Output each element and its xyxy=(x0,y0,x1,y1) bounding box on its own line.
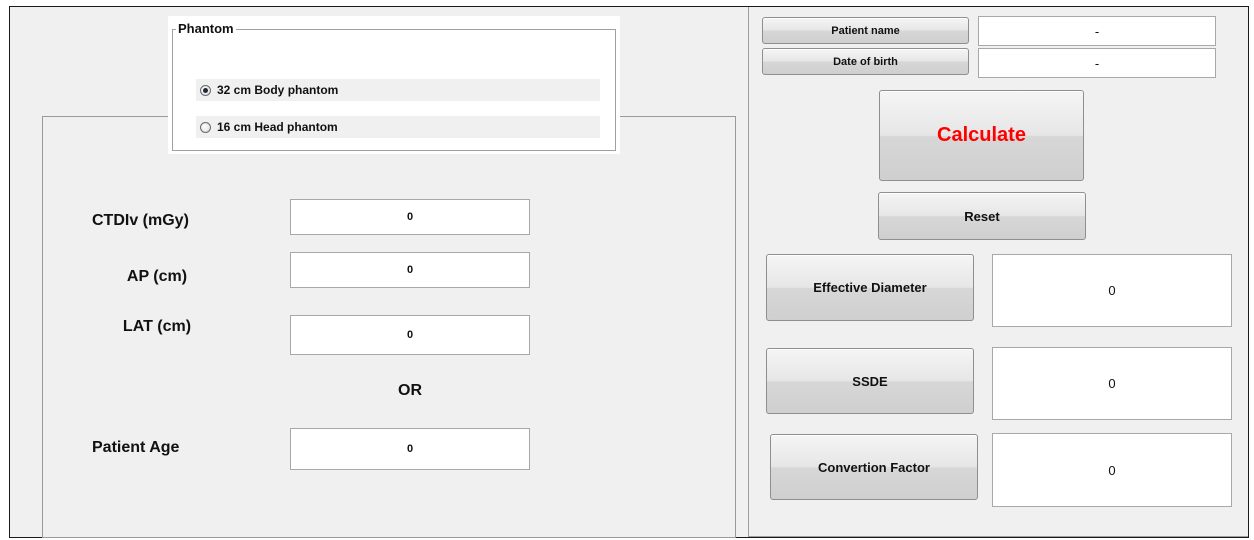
conversion-factor-button[interactable]: Convertion Factor xyxy=(770,434,978,500)
patient-name-field[interactable]: - xyxy=(978,16,1216,46)
radio-body-phantom-label: 32 cm Body phantom xyxy=(217,83,339,97)
radio-head-phantom-label: 16 cm Head phantom xyxy=(217,120,338,134)
conversion-factor-output: 0 xyxy=(992,433,1232,507)
ctdi-input[interactable]: 0 xyxy=(290,199,530,235)
radio-unselected-icon[interactable] xyxy=(200,121,211,133)
ap-input[interactable]: 0 xyxy=(290,252,530,288)
radio-selected-icon[interactable] xyxy=(200,84,211,96)
effective-diameter-output: 0 xyxy=(992,254,1232,327)
lat-label: LAT (cm) xyxy=(122,318,192,335)
ssde-output: 0 xyxy=(992,347,1232,420)
patient-age-label: Patient Age xyxy=(92,439,180,456)
or-label: OR xyxy=(398,382,422,399)
ssde-button[interactable]: SSDE xyxy=(766,348,974,414)
radio-head-phantom[interactable]: 16 cm Head phantom xyxy=(196,116,600,138)
effective-diameter-button[interactable]: Effective Diameter xyxy=(766,254,974,321)
reset-button[interactable]: Reset xyxy=(878,192,1086,240)
ctdi-label: CTDIv (mGy) xyxy=(92,212,189,229)
patient-name-button[interactable]: Patient name xyxy=(762,17,969,44)
radio-body-phantom[interactable]: 32 cm Body phantom xyxy=(196,79,600,101)
lat-input[interactable]: 0 xyxy=(290,315,530,355)
phantom-title: Phantom xyxy=(176,21,236,36)
patient-age-input[interactable]: 0 xyxy=(290,428,530,470)
date-of-birth-button[interactable]: Date of birth xyxy=(762,48,969,75)
date-of-birth-field[interactable]: - xyxy=(978,48,1216,78)
calculate-button[interactable]: Calculate xyxy=(879,90,1084,181)
ap-label: AP (cm) xyxy=(126,268,188,285)
